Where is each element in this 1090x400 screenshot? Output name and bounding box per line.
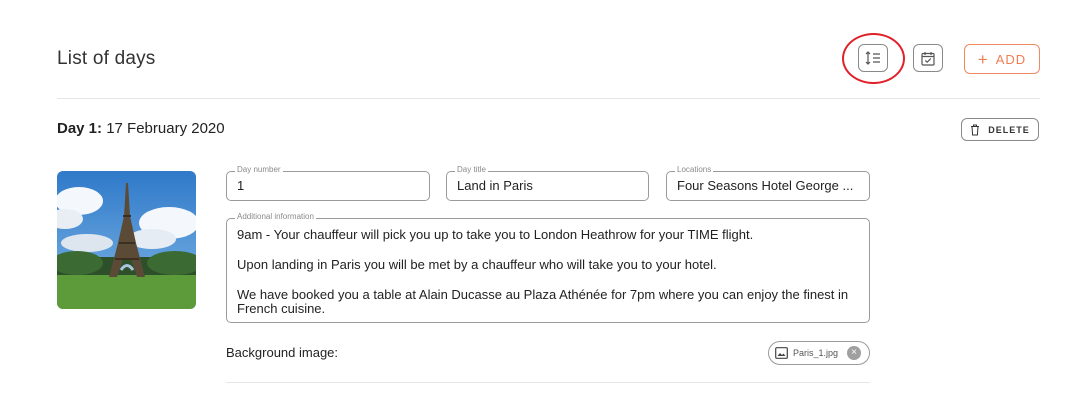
image-icon (775, 347, 788, 359)
header-divider (57, 98, 1040, 99)
info-paragraph: Upon landing in Paris you will be met by… (237, 257, 717, 272)
file-name: Paris_1.jpg (793, 348, 839, 358)
header: List of days + ADD (57, 33, 1040, 84)
add-label: ADD (995, 51, 1027, 67)
day-title-legend: Day title (455, 165, 488, 174)
day-label: Day 1: (57, 120, 103, 137)
page-title: List of days (57, 48, 156, 69)
list-order-icon (865, 51, 880, 65)
locations-field[interactable]: Locations Four Seasons Hotel George ... (666, 165, 870, 201)
close-circle-icon[interactable]: × (847, 346, 862, 360)
info-paragraph: 9am - Your chauffeur will pick you up to… (237, 227, 754, 242)
additional-information-text: 9am - Your chauffeur will pick you up to… (237, 228, 855, 332)
day-number-value: 1 (237, 178, 245, 193)
day-image-thumbnail[interactable] (57, 171, 196, 309)
delete-label: DELETE (988, 124, 1030, 135)
delete-day-button[interactable]: DELETE (961, 118, 1039, 141)
plus-icon: + (977, 49, 989, 69)
info-paragraph: We have booked you a table at Alain Duca… (237, 287, 849, 316)
background-image-label: Background image: (226, 345, 339, 360)
additional-information-field[interactable]: Additional information 9am - Your chauff… (226, 212, 870, 323)
calendar-button[interactable] (913, 44, 943, 72)
day-number-field[interactable]: Day number 1 (226, 165, 430, 201)
day-title-field[interactable]: Day title Land in Paris (446, 165, 649, 201)
background-image-file-chip[interactable]: Paris_1.jpg × (768, 341, 870, 365)
additional-information-legend: Additional information (235, 212, 316, 221)
locations-legend: Locations (675, 165, 714, 174)
locations-value: Four Seasons Hotel George ... (677, 178, 854, 193)
reorder-days-button[interactable] (858, 44, 888, 72)
day-title-value: Land in Paris (457, 178, 533, 193)
add-day-button[interactable]: + ADD (964, 44, 1040, 74)
eiffel-tower-photo (57, 171, 196, 309)
section-divider (226, 382, 870, 383)
day-date: 17 February 2020 (106, 120, 225, 137)
trash-icon (971, 124, 980, 135)
day-heading: Day 1: 17 February 2020 (57, 120, 225, 137)
day-number-legend: Day number (235, 165, 283, 174)
calendar-check-icon (921, 51, 935, 66)
